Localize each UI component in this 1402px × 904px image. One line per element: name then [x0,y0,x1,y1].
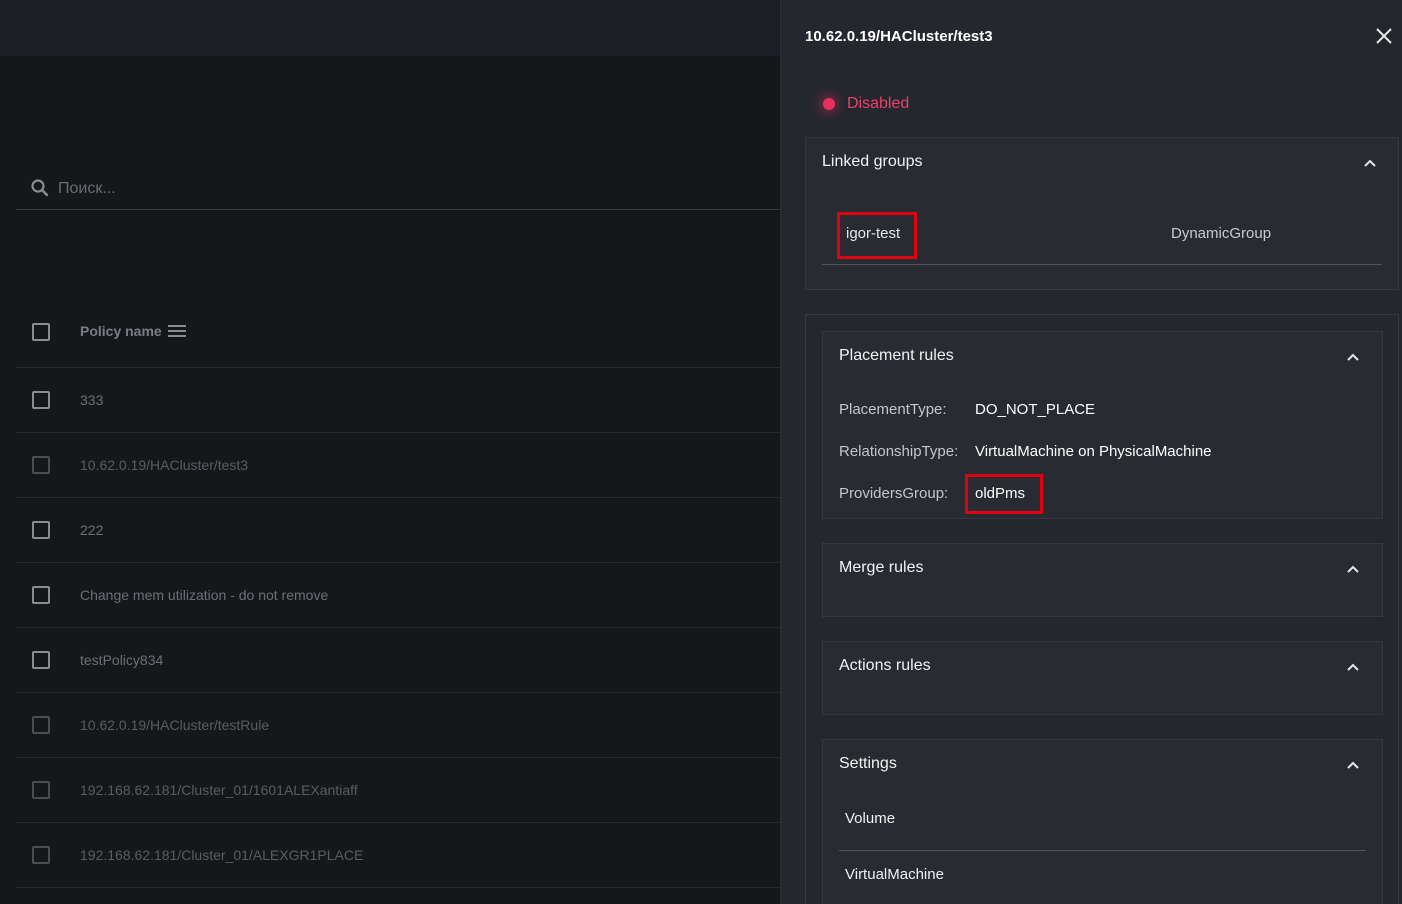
table-row[interactable]: 222 [16,498,780,563]
highlight-box [837,212,917,259]
rules-container: Placement rules PlacementType: DO_NOT_PL… [805,314,1399,904]
table-row[interactable]: 192.168.62.181/Cluster_01/ALEXGR1PLACE [16,823,780,888]
row-checkbox[interactable] [32,521,50,539]
linked-group-row[interactable]: igor-test DynamicGroup [822,208,1382,265]
row-label[interactable]: Change mem utilization - do not remove [80,587,328,603]
merge-rules-title[interactable]: Merge rules [839,559,923,577]
placement-type-label: PlacementType: [839,401,947,418]
table-row[interactable]: testPolicy834 [16,628,780,693]
linked-groups-title[interactable]: Linked groups [822,153,923,171]
linked-group-type: DynamicGroup [1171,225,1272,242]
row-label[interactable]: 10.62.0.19/HACluster/test3 [80,457,248,473]
settings-item[interactable]: Volume [839,795,1366,851]
chevron-up-icon[interactable] [1363,158,1377,168]
row-checkbox[interactable] [32,651,50,669]
highlight-box [965,474,1043,514]
settings-section: Settings Volume VirtualMachine [822,739,1383,904]
linked-groups-section: Linked groups igor-test DynamicGroup [805,137,1399,290]
policy-details-panel: 10.62.0.19/HACluster/test3 Disabled Link… [780,0,1402,904]
relationship-type-label: RelationshipType: [839,443,959,460]
table-row[interactable]: Change mem utilization - do not remove [16,563,780,628]
providers-group-label: ProvidersGroup: [839,485,949,502]
table-row[interactable]: 10.62.0.19/HACluster/testRule [16,693,780,758]
merge-rules-section: Merge rules [822,543,1383,617]
row-label[interactable]: 192.168.62.181/Cluster_01/ALEXGR1PLACE [80,847,363,863]
row-label[interactable]: 10.62.0.19/HACluster/testRule [80,717,269,733]
chevron-up-icon[interactable] [1346,760,1360,770]
placement-type-value: DO_NOT_PLACE [975,401,1096,418]
row-checkbox[interactable] [32,846,50,864]
chevron-up-icon[interactable] [1346,352,1360,362]
search-bar [16,170,780,210]
status-dot-icon [823,98,835,110]
placement-rules-title[interactable]: Placement rules [839,347,954,365]
close-icon[interactable] [1375,27,1393,45]
search-input[interactable] [58,174,658,204]
table-row[interactable]: 10.62.0.19/HACluster/test3 [16,433,780,498]
row-label[interactable]: 333 [80,392,103,408]
table-row[interactable]: 333 [16,368,780,433]
row-label[interactable]: 192.168.62.181/Cluster_01/1601ALEXantiaf… [80,782,358,798]
column-header-policy-name[interactable]: Policy name [80,323,162,339]
row-checkbox[interactable] [32,716,50,734]
status-text: Disabled [847,95,910,112]
row-checkbox[interactable] [32,781,50,799]
settings-title[interactable]: Settings [839,755,897,773]
row-checkbox[interactable] [32,391,50,409]
settings-item-label: VirtualMachine [845,866,944,883]
relationship-type-value: VirtualMachine on PhysicalMachine [975,443,1212,460]
settings-item[interactable]: VirtualMachine [839,851,1366,904]
actions-rules-title[interactable]: Actions rules [839,657,931,675]
chevron-up-icon[interactable] [1346,564,1360,574]
list-header: Policy name [16,300,780,368]
row-checkbox[interactable] [32,586,50,604]
row-label[interactable]: testPolicy834 [80,652,163,668]
top-bar [0,0,780,56]
column-menu-icon[interactable] [168,324,186,338]
chevron-up-icon[interactable] [1346,662,1360,672]
actions-rules-section: Actions rules [822,641,1383,715]
row-label[interactable]: 222 [80,522,103,538]
settings-item-label: Volume [845,810,896,827]
placement-rules-section: Placement rules PlacementType: DO_NOT_PL… [822,331,1383,519]
select-all-checkbox[interactable] [32,323,50,341]
search-icon [31,179,49,197]
table-row[interactable]: 192.168.62.181/Cluster_01/1601ALEXantiaf… [16,758,780,823]
panel-title: 10.62.0.19/HACluster/test3 [805,28,993,45]
row-checkbox[interactable] [32,456,50,474]
